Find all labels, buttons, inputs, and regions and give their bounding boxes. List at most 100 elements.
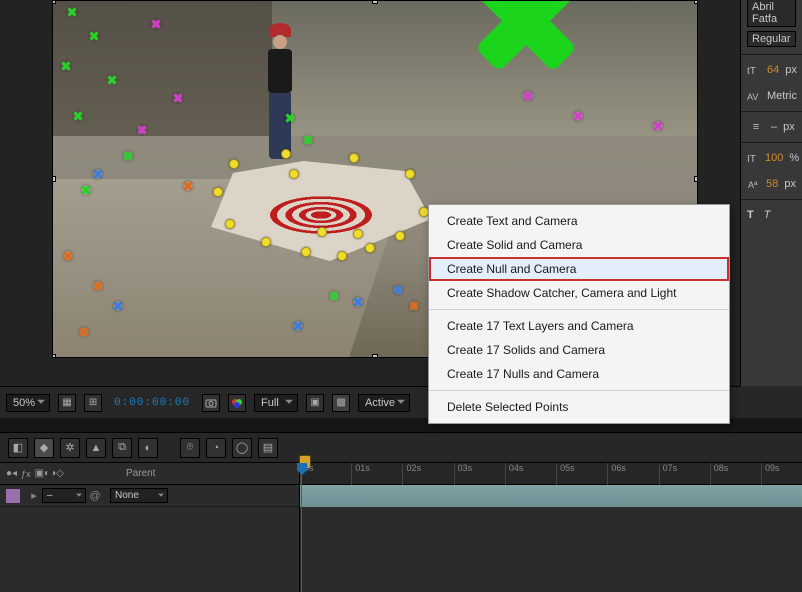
- transparency-grid-button[interactable]: ▩: [332, 394, 350, 412]
- kerning-icon: AV: [747, 88, 761, 104]
- channel-button[interactable]: [228, 394, 246, 412]
- draft-3d-button[interactable]: ▲: [86, 438, 106, 458]
- font-style-dropdown[interactable]: Regular: [747, 31, 796, 47]
- mask-visibility-button[interactable]: ⊞: [84, 394, 102, 412]
- track-point[interactable]: [409, 301, 419, 311]
- graph-editor-button[interactable]: ◔: [206, 438, 226, 458]
- faux-italic-button[interactable]: T: [764, 209, 771, 221]
- track-point[interactable]: [213, 187, 223, 197]
- track-point[interactable]: [303, 135, 313, 145]
- time-ruler[interactable]: 0s01s02s03s04s05s06s07s08s09s: [300, 463, 802, 485]
- menu-item[interactable]: Create Shadow Catcher, Camera and Light: [429, 281, 729, 305]
- menu-item[interactable]: Create 17 Nulls and Camera: [429, 362, 729, 386]
- track-point[interactable]: [329, 291, 339, 301]
- selection-handle[interactable]: [372, 0, 378, 4]
- shy-toggle-button[interactable]: ◆: [34, 438, 54, 458]
- font-size-value[interactable]: 64: [767, 64, 779, 76]
- roi-button[interactable]: ▣: [306, 394, 324, 412]
- track-point[interactable]: [405, 169, 415, 179]
- grid-guides-button[interactable]: ▦: [58, 394, 76, 412]
- track-point[interactable]: [93, 281, 103, 291]
- menu-item[interactable]: Delete Selected Points: [429, 395, 729, 419]
- vertical-scale-value[interactable]: 100: [765, 152, 783, 164]
- track-point[interactable]: [113, 301, 123, 311]
- track-point[interactable]: [293, 321, 303, 331]
- track-point[interactable]: [151, 19, 161, 29]
- track-point[interactable]: [349, 153, 359, 163]
- track-point[interactable]: [79, 327, 89, 337]
- layer-row[interactable]: ▸ – @ None: [0, 485, 299, 507]
- parent-dropdown[interactable]: None: [110, 488, 168, 503]
- faux-bold-button[interactable]: T: [747, 209, 754, 221]
- track-point[interactable]: [107, 75, 117, 85]
- track-point[interactable]: [301, 247, 311, 257]
- selection-handle[interactable]: [372, 354, 378, 358]
- track-point[interactable]: [285, 113, 295, 123]
- comp-mini-flowchart-button[interactable]: ◧: [8, 438, 28, 458]
- resolution-dropdown[interactable]: Full: [254, 394, 298, 412]
- menu-item[interactable]: Create Solid and Camera: [429, 233, 729, 257]
- track-point[interactable]: [225, 219, 235, 229]
- layer-twirl-icon[interactable]: ▸: [26, 489, 42, 502]
- track-point[interactable]: [281, 149, 291, 159]
- menu-item[interactable]: Create 17 Text Layers and Camera: [429, 314, 729, 338]
- track-point[interactable]: [93, 169, 103, 179]
- track-point[interactable]: [123, 151, 133, 161]
- baseline-shift-value[interactable]: 58: [766, 178, 778, 190]
- kerning-dropdown[interactable]: Metric: [767, 90, 797, 102]
- track-point[interactable]: [61, 61, 71, 71]
- track-point[interactable]: [395, 231, 405, 241]
- track-point[interactable]: [653, 121, 663, 131]
- motion-blur-button[interactable]: ◐: [138, 438, 158, 458]
- ruler-tick: 03s: [454, 463, 473, 485]
- snapshot-button[interactable]: [202, 394, 220, 412]
- selection-handle[interactable]: [694, 176, 698, 182]
- track-point[interactable]: [67, 7, 77, 17]
- view-dropdown[interactable]: Active: [358, 394, 410, 412]
- live-update-button[interactable]: ✲: [60, 438, 80, 458]
- selection-handle[interactable]: [52, 176, 56, 182]
- menu-item[interactable]: Create 17 Solids and Camera: [429, 338, 729, 362]
- current-time-display[interactable]: 0:00:00:00: [110, 397, 194, 409]
- track-point[interactable]: [81, 185, 91, 195]
- track-point[interactable]: [573, 111, 583, 121]
- font-family-dropdown[interactable]: Abril Fatfa: [747, 0, 796, 27]
- selection-handle[interactable]: [694, 0, 698, 4]
- selection-handle[interactable]: [52, 0, 56, 4]
- brainstorm-button[interactable]: ⌾: [180, 438, 200, 458]
- menu-item[interactable]: Create Text and Camera: [429, 209, 729, 233]
- track-point[interactable]: [63, 251, 73, 261]
- track-point[interactable]: [73, 111, 83, 121]
- track-point[interactable]: [365, 243, 375, 253]
- pickwhip-icon[interactable]: @: [86, 490, 104, 502]
- frame-blend-button[interactable]: ⧉: [112, 438, 132, 458]
- leading-value[interactable]: –: [771, 121, 777, 133]
- track-point[interactable]: [173, 93, 183, 103]
- tracker-context-menu: Create Text and CameraCreate Solid and C…: [428, 204, 730, 424]
- track-point[interactable]: [261, 237, 271, 247]
- track-point[interactable]: [317, 227, 327, 237]
- track-point[interactable]: [89, 31, 99, 41]
- track-point[interactable]: [393, 285, 403, 295]
- auto-keyframe-button[interactable]: ◯: [232, 438, 252, 458]
- track-point[interactable]: [229, 159, 239, 169]
- track-point[interactable]: [289, 169, 299, 179]
- selection-handle[interactable]: [52, 354, 56, 358]
- track-point[interactable]: [137, 125, 147, 135]
- track-point[interactable]: [337, 251, 347, 261]
- track-point[interactable]: [353, 297, 363, 307]
- track-point[interactable]: [523, 91, 533, 101]
- render-queue-button[interactable]: ▤: [258, 438, 278, 458]
- zoom-dropdown[interactable]: 50%: [6, 394, 50, 412]
- track-point[interactable]: [183, 181, 193, 191]
- current-time-indicator[interactable]: [301, 463, 302, 592]
- track-point[interactable]: [353, 229, 363, 239]
- switch-header-icons: ▣◐◑◇: [35, 468, 64, 479]
- ruler-tick: 07s: [659, 463, 678, 485]
- menu-item[interactable]: Create Null and Camera: [429, 257, 729, 281]
- layer-color-swatch[interactable]: [6, 489, 20, 503]
- timeline-tracks[interactable]: 0s01s02s03s04s05s06s07s08s09s: [300, 463, 802, 592]
- green-cross-graphic[interactable]: [461, 0, 591, 61]
- blend-mode-dropdown[interactable]: –: [42, 488, 86, 503]
- layer-duration-bar[interactable]: [300, 485, 802, 507]
